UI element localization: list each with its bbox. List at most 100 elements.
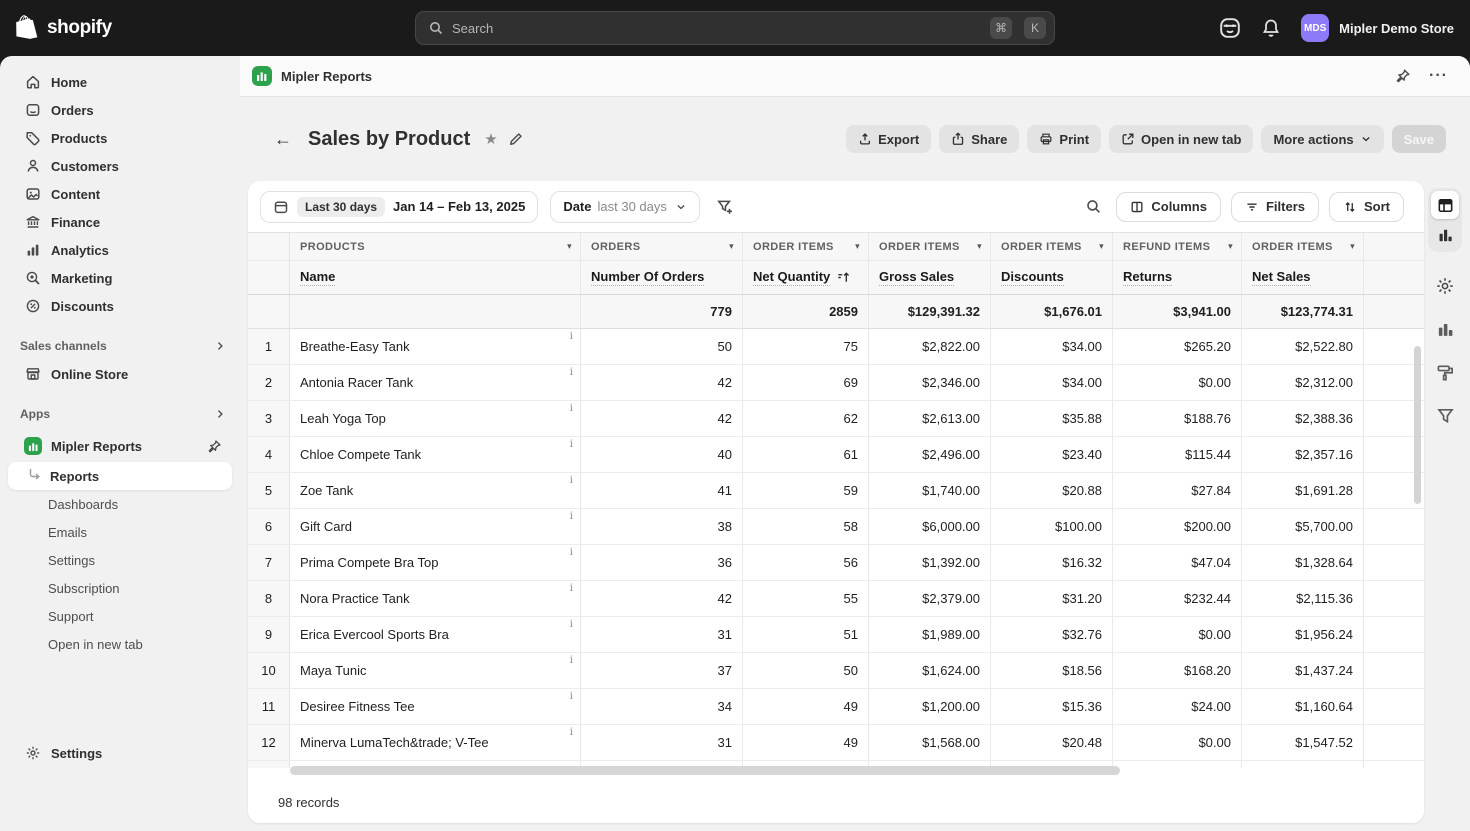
product-name-cell[interactable]: Chloe Compete Tanki [290, 437, 581, 472]
group-order-items-3[interactable]: ORDER ITEMS▾ [991, 233, 1113, 260]
cell-net-quantity: 61 [743, 437, 869, 472]
info-icon[interactable]: i [570, 691, 573, 702]
sidebar-subitem-dashboards[interactable]: Dashboards [8, 490, 232, 518]
sidebar-item-products[interactable]: Products [8, 124, 232, 152]
sidebar-item-home[interactable]: Home [8, 68, 232, 96]
sidebar-item-mipler-reports[interactable]: Mipler Reports [8, 432, 232, 460]
header-returns[interactable]: Returns [1113, 261, 1242, 294]
sort-button[interactable]: Sort [1329, 192, 1404, 222]
info-icon[interactable]: i [570, 547, 573, 558]
product-name-cell[interactable]: Maya Tunici [290, 653, 581, 688]
paint-roller-icon[interactable] [1436, 363, 1455, 382]
dropdown-triangle-icon: ▾ [729, 241, 734, 252]
more-actions-button[interactable]: More actions [1261, 125, 1383, 153]
sales-channels-section[interactable]: Sales channels [20, 334, 226, 358]
sidebar-subitem-emails[interactable]: Emails [8, 518, 232, 546]
product-name-cell[interactable]: Desiree Fitness Teei [290, 689, 581, 724]
info-icon[interactable]: i [570, 619, 573, 630]
info-icon[interactable]: i [570, 475, 573, 486]
date-dimension-dropdown[interactable]: Date last 30 days [550, 191, 700, 223]
product-name-cell[interactable]: Leah Yoga Topi [290, 401, 581, 436]
info-icon[interactable]: i [570, 583, 573, 594]
print-button[interactable]: Print [1027, 125, 1101, 153]
sort-indicator-icon[interactable] [836, 270, 851, 285]
product-name-cell[interactable]: Breathe-Easy Tanki [290, 329, 581, 364]
search-input[interactable]: Search ⌘ K [415, 11, 1055, 45]
product-name-cell[interactable]: Prima Compete Bra Topi [290, 545, 581, 580]
sidebar-subitem-open-in-new-tab[interactable]: Open in new tab [8, 630, 232, 658]
assistant-face-icon[interactable] [1219, 17, 1241, 39]
pin-icon[interactable] [1395, 68, 1411, 84]
group-order-items-2[interactable]: ORDER ITEMS▾ [869, 233, 991, 260]
header-name[interactable]: Name [290, 261, 581, 294]
group-products[interactable]: PRODUCTS▾ [290, 233, 581, 260]
row-number: 8 [248, 581, 290, 616]
open-in-new-tab-button[interactable]: Open in new tab [1109, 125, 1253, 153]
header-discounts[interactable]: Discounts [991, 261, 1113, 294]
shopify-logo[interactable]: shopify [16, 15, 112, 42]
info-icon[interactable]: i [570, 331, 573, 342]
columns-button[interactable]: Columns [1116, 192, 1221, 222]
header-net-quantity[interactable]: Net Quantity [743, 261, 869, 294]
product-name-cell[interactable]: Erica Evercool Sports Brai [290, 617, 581, 652]
share-button[interactable]: Share [939, 125, 1019, 153]
report-settings-gear-icon[interactable] [1435, 276, 1455, 296]
sidebar-subitem-reports[interactable]: Reports [8, 462, 232, 490]
pin-icon[interactable] [207, 439, 222, 454]
filter-funnel-icon[interactable] [1436, 406, 1455, 425]
table-view-icon[interactable] [1431, 191, 1459, 219]
info-icon[interactable]: i [570, 403, 573, 414]
group-order-items-1[interactable]: ORDER ITEMS▾ [743, 233, 869, 260]
discounts-percent-icon [24, 297, 42, 315]
group-order-items-4[interactable]: ORDER ITEMS▾ [1242, 233, 1364, 260]
info-icon[interactable]: i [570, 367, 573, 378]
product-name-cell[interactable]: Nora Practice Tanki [290, 581, 581, 616]
header-number-of-orders[interactable]: Number Of Orders [581, 261, 743, 294]
sidebar-item-marketing[interactable]: Marketing [8, 264, 232, 292]
group-refund-items[interactable]: REFUND ITEMS▾ [1113, 233, 1242, 260]
save-button[interactable]: Save [1392, 125, 1446, 153]
product-name-cell[interactable]: Minerva LumaTech&trade; V-Teei [290, 725, 581, 760]
group-orders[interactable]: ORDERS▾ [581, 233, 743, 260]
sidebar-item-content[interactable]: Content [8, 180, 232, 208]
more-options-icon[interactable]: ··· [1429, 67, 1448, 85]
add-filter-icon[interactable] [712, 194, 738, 220]
group-label: ORDER ITEMS [879, 241, 960, 253]
sidebar-item-analytics[interactable]: Analytics [8, 236, 232, 264]
sidebar-item-orders[interactable]: Orders [8, 96, 232, 124]
sidebar-item-customers[interactable]: Customers [8, 152, 232, 180]
header-gross-sales[interactable]: Gross Sales [869, 261, 991, 294]
header-net-sales[interactable]: Net Sales [1242, 261, 1364, 294]
apps-section[interactable]: Apps [20, 402, 226, 426]
customers-icon [24, 157, 42, 175]
sidebar-subitem-settings[interactable]: Settings [8, 546, 232, 574]
chart-settings-icon[interactable] [1436, 320, 1455, 339]
edit-pencil-icon[interactable] [508, 131, 524, 147]
notifications-bell-icon[interactable] [1261, 18, 1281, 38]
date-range-chip[interactable]: Last 30 days Jan 14 – Feb 13, 2025 [260, 191, 538, 223]
back-arrow-icon[interactable]: ← [268, 125, 298, 154]
info-icon[interactable]: i [570, 511, 573, 522]
sales-channels-label: Sales channels [20, 339, 107, 353]
favorite-star-icon[interactable]: ★ [484, 130, 497, 148]
export-button[interactable]: Export [846, 125, 931, 153]
sidebar-item-settings[interactable]: Settings [8, 739, 232, 767]
product-name-cell[interactable]: Zoe Tanki [290, 473, 581, 508]
store-menu[interactable]: MDS Mipler Demo Store [1301, 14, 1454, 42]
filters-button[interactable]: Filters [1231, 192, 1319, 222]
sidebar-item-online-store[interactable]: Online Store [8, 360, 232, 388]
info-icon[interactable]: i [570, 727, 573, 738]
cell-net-quantity: 51 [743, 617, 869, 652]
sidebar-subitem-support[interactable]: Support [8, 602, 232, 630]
vertical-scrollbar[interactable] [1414, 346, 1421, 504]
chart-view-icon[interactable] [1431, 221, 1459, 249]
info-icon[interactable]: i [570, 439, 573, 450]
sidebar-subitem-subscription[interactable]: Subscription [8, 574, 232, 602]
sidebar-item-finance[interactable]: Finance [8, 208, 232, 236]
sidebar-item-discounts[interactable]: Discounts [8, 292, 232, 320]
table-search-icon[interactable] [1081, 194, 1106, 219]
product-name-cell[interactable]: Antonia Racer Tanki [290, 365, 581, 400]
horizontal-scrollbar[interactable] [290, 766, 1120, 775]
product-name-cell[interactable]: Gift Cardi [290, 509, 581, 544]
info-icon[interactable]: i [570, 655, 573, 666]
